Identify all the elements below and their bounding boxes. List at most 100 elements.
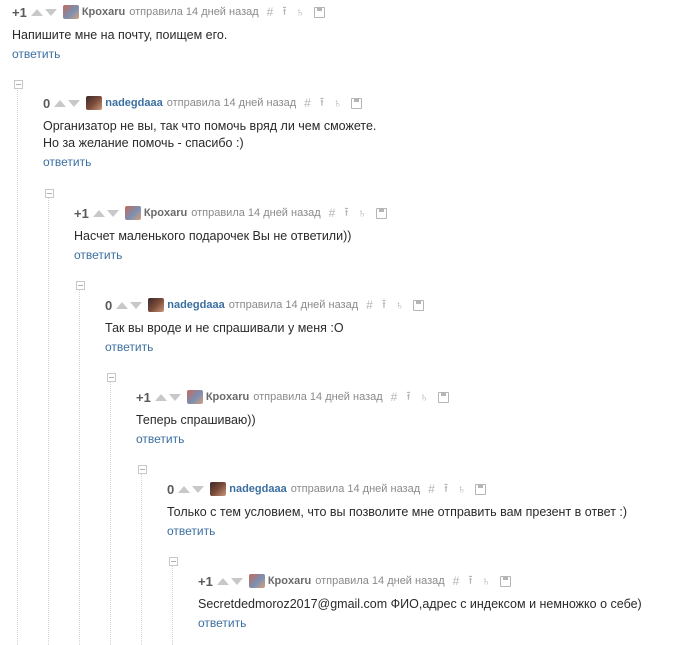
thread-icon[interactable]: ♄ — [457, 482, 466, 496]
reply-link[interactable]: ответить — [198, 616, 246, 630]
comment: +1 Кроxaru отправила 14 дней назад # ⭱ ♄… — [74, 204, 387, 264]
collapse-toggle[interactable] — [14, 80, 23, 89]
avatar[interactable] — [210, 482, 227, 496]
parent-comment-icon[interactable]: ⭱ — [406, 387, 410, 408]
vote-up-icon[interactable] — [216, 577, 229, 585]
collapse-toggle[interactable] — [169, 557, 178, 566]
collapse-toggle[interactable] — [76, 281, 85, 290]
comment: +1 Кроxaru отправила 14 дней назад # ⭱ ♄… — [198, 572, 642, 632]
avatar[interactable] — [148, 298, 165, 312]
comment: 0 nadegdaaa отправила 14 дней назад # ⭱ … — [105, 295, 425, 356]
reply-link[interactable]: ответить — [136, 432, 184, 446]
reply-link[interactable]: ответить — [12, 47, 60, 61]
save-icon[interactable] — [351, 97, 363, 109]
vote-up-icon[interactable] — [30, 8, 43, 16]
save-icon[interactable] — [413, 299, 425, 311]
thread-icon[interactable]: ♄ — [333, 96, 342, 110]
permalink-icon[interactable]: # — [329, 206, 336, 220]
comment-header: +1 Кроxaru отправила 14 дней назад # ⭱ ♄ — [136, 388, 449, 406]
comment-text: Secretdedmoroz2017@gmail.com ФИО,адрес с… — [198, 596, 642, 613]
author-name[interactable]: nadegdaaa — [229, 483, 286, 495]
thread-icon[interactable]: ♄ — [482, 574, 491, 588]
reply-link[interactable]: ответить — [74, 248, 122, 262]
author-name[interactable]: nadegdaaa — [105, 97, 162, 109]
comment-header: +1 Кроxaru отправила 14 дней назад # ⭱ ♄ — [74, 204, 387, 222]
thread-line — [79, 290, 80, 645]
rating-value: +1 — [12, 4, 27, 20]
author-name[interactable]: Кроxaru — [206, 391, 249, 403]
rating-value: 0 — [43, 95, 51, 111]
vote-down-icon[interactable] — [192, 485, 205, 493]
comment-text: Теперь спрашиваю)) — [136, 412, 449, 429]
reply-link[interactable]: ответить — [105, 340, 153, 354]
comment-text-line: Так вы вроде и не спрашивали у меня :О — [105, 321, 344, 335]
comment-text: Так вы вроде и не спрашивали у меня :О — [105, 320, 424, 337]
comment-text-line: Теперь спрашиваю)) — [136, 413, 256, 427]
author-name[interactable]: Кроxaru — [268, 575, 311, 587]
collapse-toggle[interactable] — [138, 465, 147, 474]
save-icon[interactable] — [475, 483, 487, 495]
vote-up-icon[interactable] — [178, 485, 191, 493]
thread-icon[interactable]: ♄ — [296, 5, 305, 19]
thread-icon[interactable]: ♄ — [395, 298, 404, 312]
permalink-icon[interactable]: # — [428, 482, 435, 496]
comment-header: +1 Кроxaru отправила 14 дней назад # ⭱ ♄ — [198, 572, 642, 590]
save-icon[interactable] — [313, 6, 325, 18]
author-name[interactable]: nadegdaaa — [167, 299, 224, 311]
save-icon[interactable] — [499, 575, 511, 587]
collapse-toggle[interactable] — [107, 373, 116, 382]
author-name[interactable]: Кроxaru — [144, 207, 187, 219]
reply-link[interactable]: ответить — [167, 524, 215, 538]
vote-up-icon[interactable] — [154, 393, 167, 401]
permalink-icon[interactable]: # — [391, 390, 398, 404]
comment-header: 0 nadegdaaa отправила 14 дней назад # ⭱ … — [105, 295, 425, 316]
save-icon[interactable] — [375, 207, 387, 219]
parent-comment-icon[interactable]: ⭱ — [468, 571, 472, 592]
comment-text-line: Secretdedmoroz2017@gmail.com ФИО,адрес с… — [198, 597, 642, 611]
avatar[interactable] — [124, 206, 141, 220]
reply-link[interactable]: ответить — [43, 155, 91, 169]
permalink-icon[interactable]: # — [304, 96, 311, 110]
thread-line — [172, 566, 173, 645]
vote-up-icon[interactable] — [116, 301, 129, 309]
vote-up-icon[interactable] — [92, 209, 105, 217]
vote-down-icon[interactable] — [230, 577, 243, 585]
vote-down-icon[interactable] — [44, 8, 57, 16]
comment-header: 0 nadegdaaa отправила 14 дней назад # ⭱ … — [43, 94, 376, 112]
vote-down-icon[interactable] — [130, 301, 143, 309]
comment: +1 Кроxaru отправила 14 дней назад # ⭱ ♄… — [136, 388, 449, 448]
comment-meta: отправила 14 дней назад — [290, 483, 421, 495]
avatar[interactable] — [62, 5, 79, 19]
vote-down-icon[interactable] — [68, 99, 81, 107]
rating-value: 0 — [167, 481, 175, 497]
comment-text: Только с тем условием, что вы позволите … — [167, 504, 627, 521]
comment-meta: отправила 14 дней назад — [166, 97, 297, 109]
rating-value: +1 — [136, 389, 151, 405]
author-name[interactable]: Кроxaru — [82, 6, 125, 18]
save-icon[interactable] — [437, 391, 449, 403]
avatar[interactable] — [186, 390, 203, 404]
vote-up-icon[interactable] — [54, 99, 67, 107]
comment-header: 0 nadegdaaa отправила 14 дней назад # ⭱ … — [167, 480, 627, 498]
rating-value: 0 — [105, 297, 113, 313]
vote-down-icon[interactable] — [106, 209, 119, 217]
parent-comment-icon[interactable]: ⭱ — [344, 203, 348, 224]
comment-text-line: Организатор не вы, так что помочь вряд л… — [43, 119, 377, 133]
parent-comment-icon[interactable]: ⭱ — [444, 479, 448, 500]
comment-text: Напишите мне на почту, поищем его. — [12, 27, 325, 44]
parent-comment-icon[interactable]: ⭱ — [382, 295, 386, 316]
parent-comment-icon[interactable]: ⭱ — [282, 2, 286, 23]
vote-down-icon[interactable] — [168, 393, 181, 401]
comment-meta: отправила 14 дней назад — [228, 299, 359, 311]
permalink-icon[interactable]: # — [366, 298, 373, 312]
thread-icon[interactable]: ♄ — [420, 390, 429, 404]
thread-icon[interactable]: ♄ — [358, 206, 367, 220]
permalink-icon[interactable]: # — [267, 5, 274, 19]
comment-header: +1 Кроxaru отправила 14 дней назад # ⭱ ♄ — [12, 3, 325, 21]
comment-meta: отправила 14 дней назад — [315, 575, 445, 587]
avatar[interactable] — [86, 96, 103, 110]
permalink-icon[interactable]: # — [453, 574, 460, 588]
collapse-toggle[interactable] — [45, 189, 54, 198]
avatar[interactable] — [248, 574, 265, 588]
parent-comment-icon[interactable]: ⭱ — [320, 93, 324, 114]
